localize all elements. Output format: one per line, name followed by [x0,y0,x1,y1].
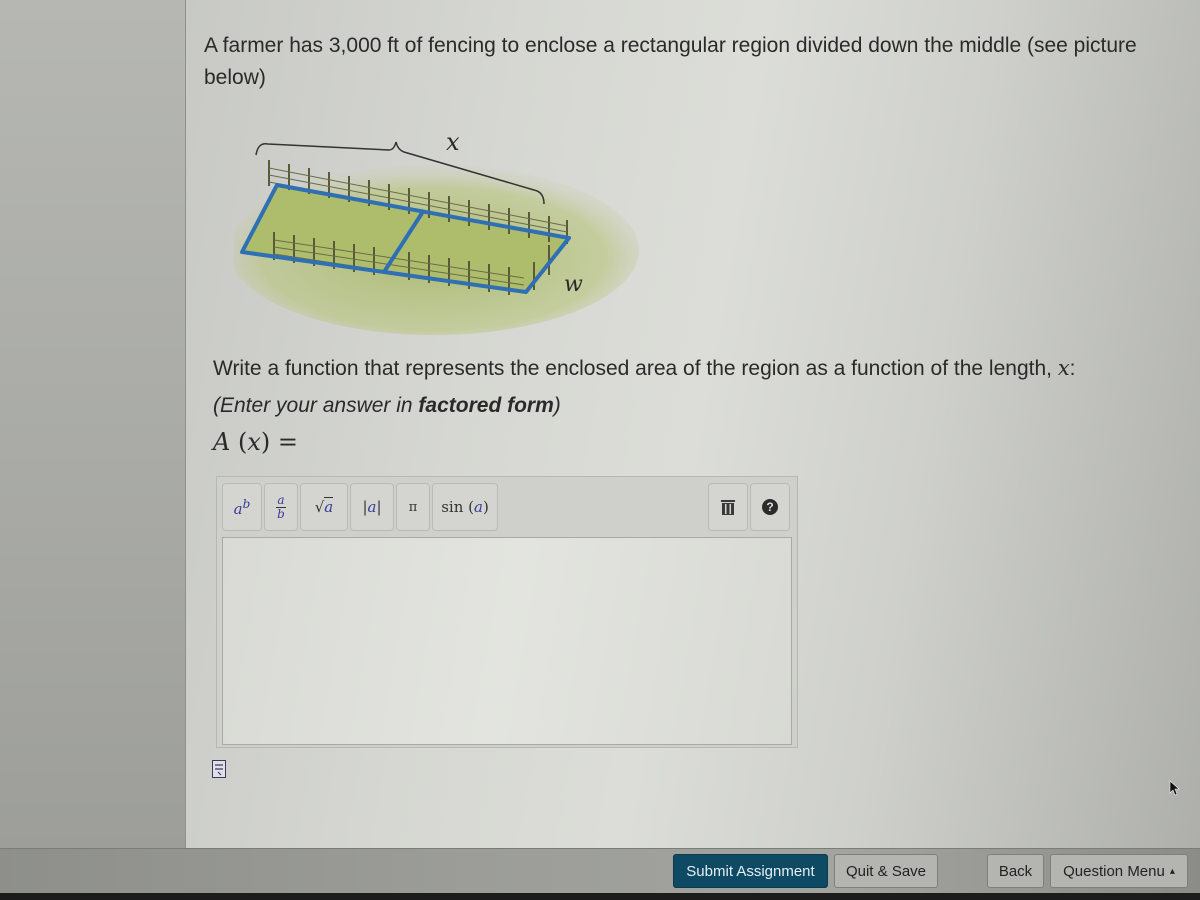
answer-input[interactable] [222,537,792,745]
sine-icon: sin (a) [441,498,489,516]
caret-up-icon: ▴ [1169,865,1175,877]
submit-assignment-button[interactable]: Submit Assignment [673,854,828,888]
clear-button[interactable] [708,483,748,531]
pi-icon: π [408,499,418,515]
prompt-variable: x [1057,356,1070,380]
math-keyboard-icon[interactable] [212,760,226,778]
equals-sign: = [277,428,299,456]
absolute-value-button[interactable]: |a| [350,483,394,531]
question-prompt: Write a function that represents the enc… [213,356,1076,381]
sine-button[interactable]: sin (a) [432,483,498,531]
absolute-value-icon: |a| [362,498,382,516]
math-toolbar: ab ab √a |a| π sin (a) ? [217,477,797,535]
back-button[interactable]: Back [987,854,1044,888]
pi-button[interactable]: π [396,483,430,531]
mouse-cursor-icon [1169,780,1180,796]
answer-format-hint: (Enter your answer in factored form) [213,394,561,418]
square-root-button[interactable]: √a [300,483,348,531]
hint-suffix: ) [553,394,561,417]
question-menu-label: Question Menu [1063,862,1165,880]
length-label: x [446,128,460,156]
question-panel: A farmer has 3,000 ft of fencing to encl… [186,0,1200,848]
trash-icon [721,500,735,515]
exponent-icon: ab [233,496,251,518]
square-root-icon: √a [314,497,334,516]
function-label: A (x) = [213,428,299,456]
fraction-icon: ab [276,492,286,521]
fraction-button[interactable]: ab [264,483,298,531]
exponent-button[interactable]: ab [222,483,262,531]
math-editor: ab ab √a |a| π sin (a) ? [216,476,798,748]
prompt-text: Write a function that represents the enc… [213,357,1058,380]
quit-and-save-button[interactable]: Quit & Save [834,854,938,888]
screen-edge [0,893,1200,900]
width-label: w [564,272,583,297]
help-button[interactable]: ? [750,483,790,531]
question-menu-button[interactable]: Question Menu ▴ [1050,854,1188,888]
fence-diagram-svg [229,141,639,335]
question-intro: A farmer has 3,000 ft of fencing to encl… [204,34,1137,89]
prompt-colon: : [1069,357,1076,380]
hint-bold: factored form [418,394,554,417]
fence-diagram: x w [229,120,654,340]
help-icon: ? [762,499,778,515]
function-name: A [213,428,231,456]
hint-prefix: (Enter your answer in [213,394,419,417]
left-panel [0,0,186,848]
function-variable: x [247,428,261,456]
